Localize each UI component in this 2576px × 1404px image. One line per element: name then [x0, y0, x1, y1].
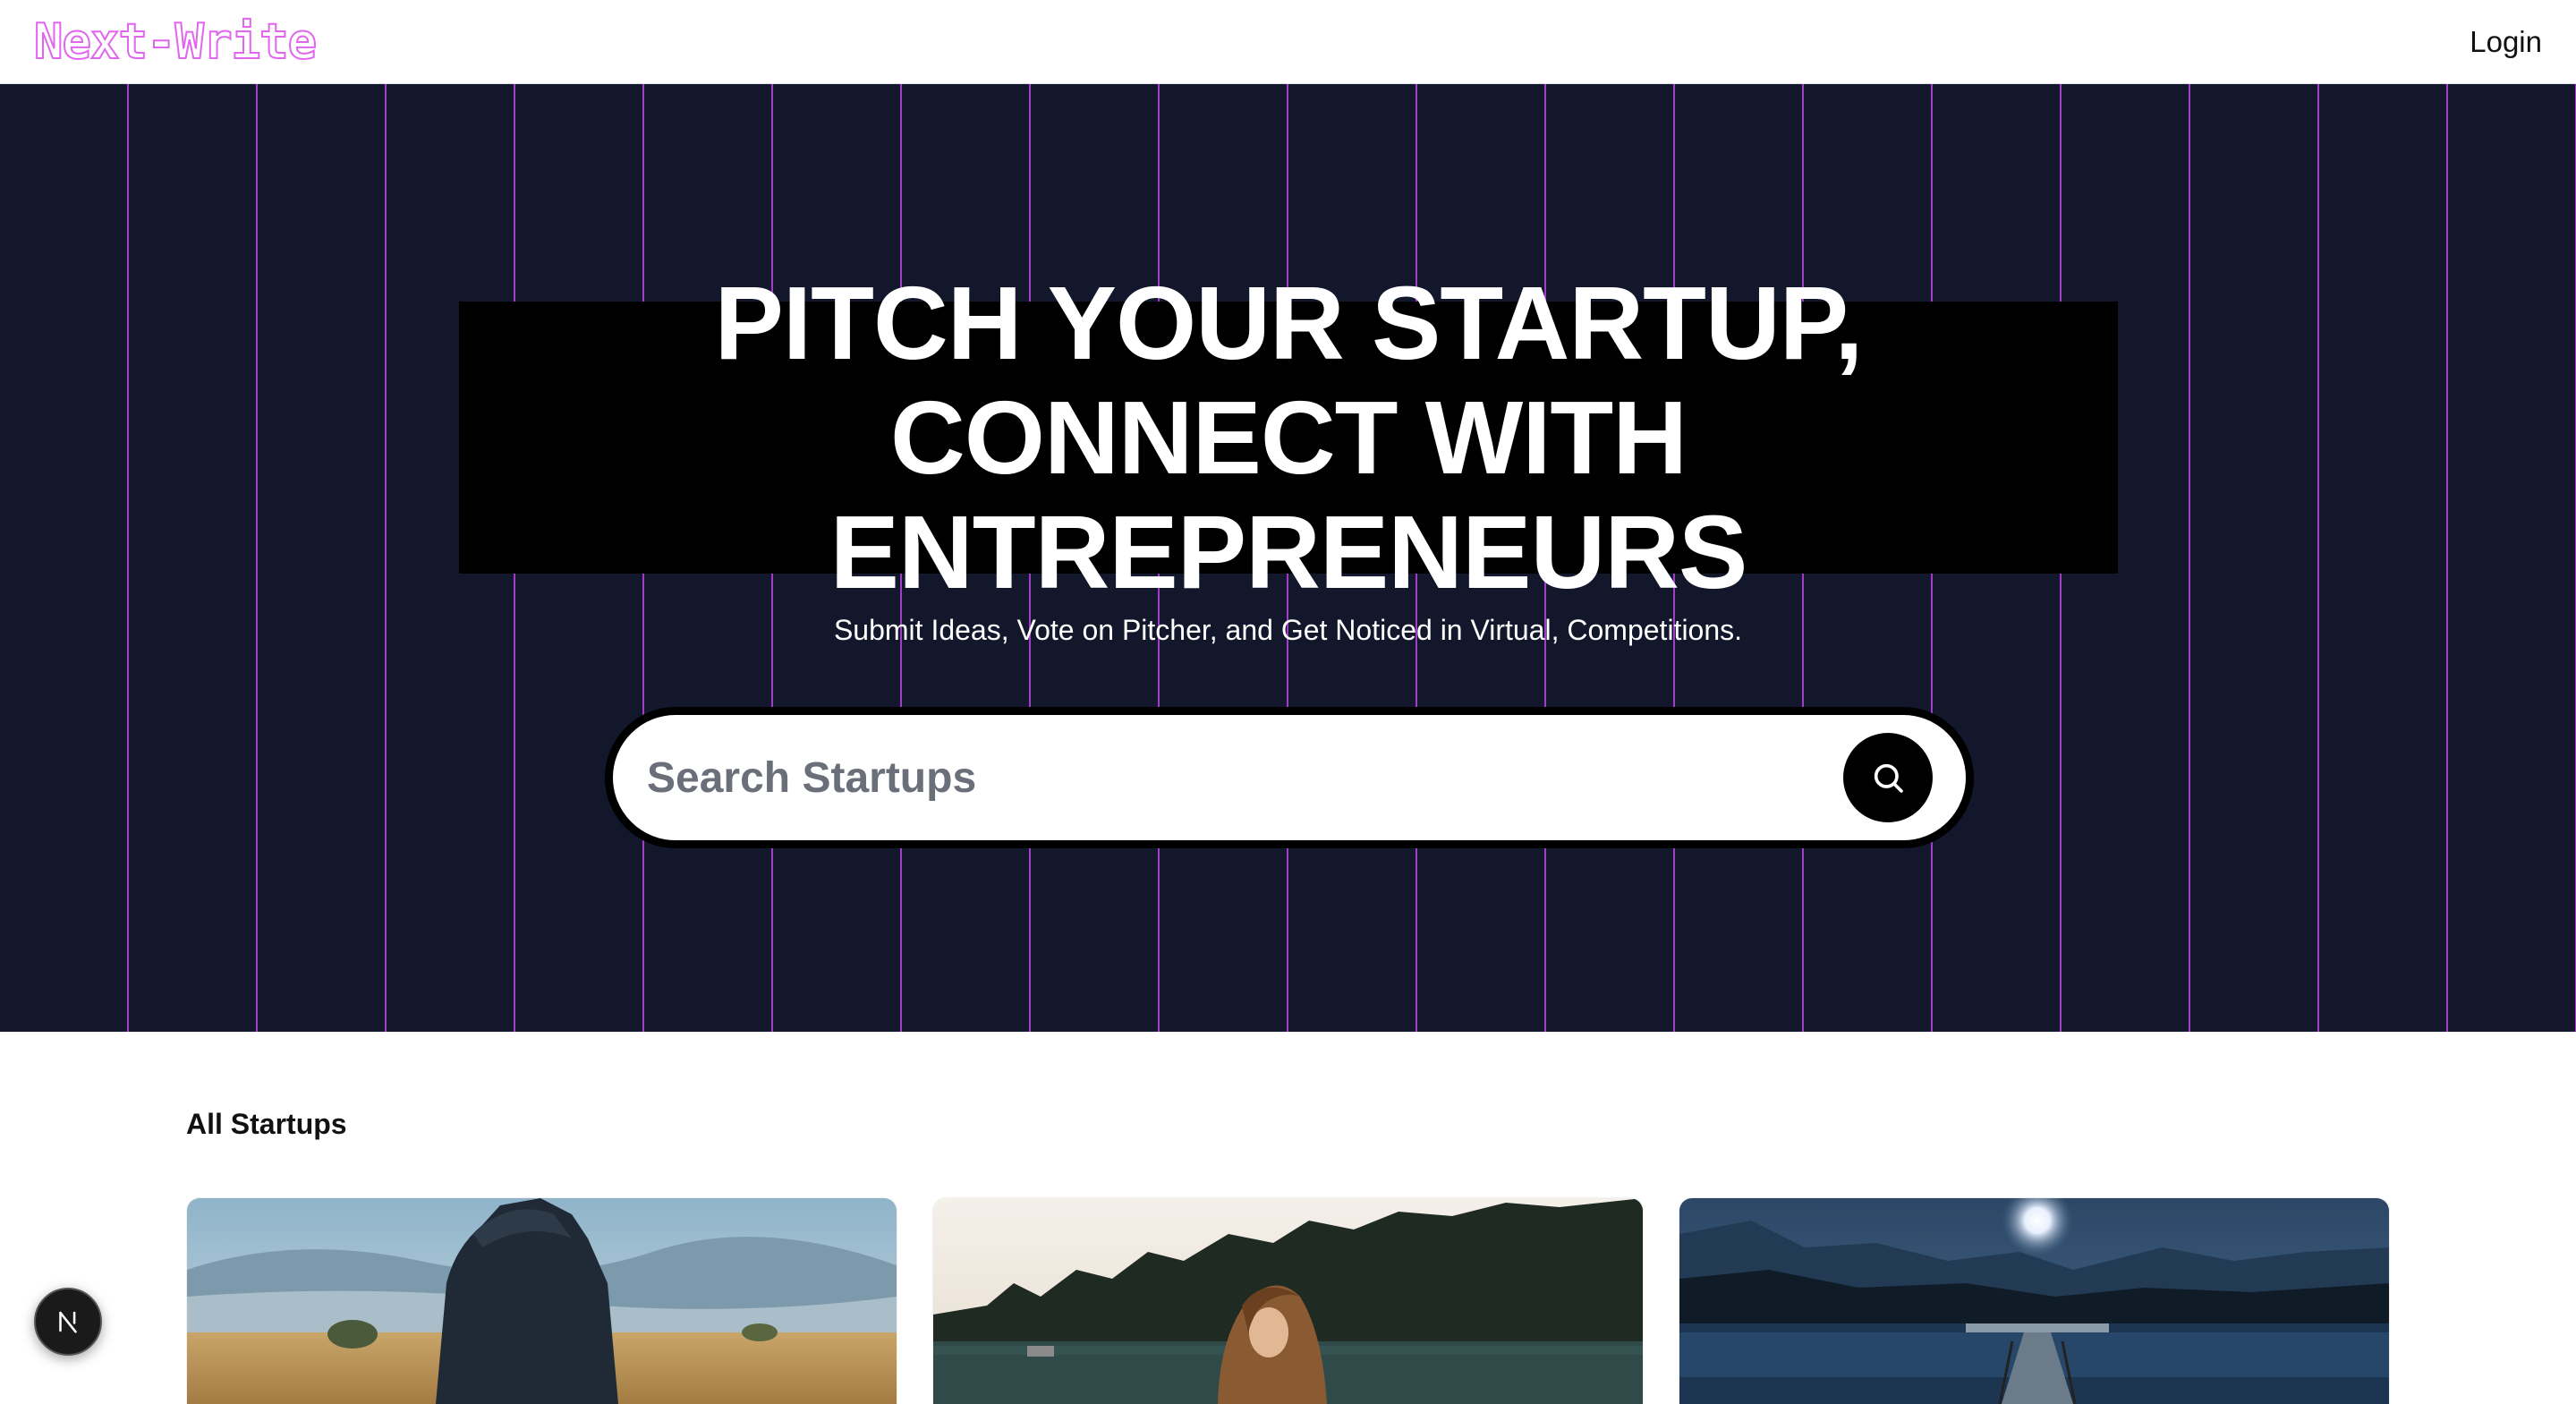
nextjs-logo-icon — [59, 1311, 77, 1333]
startup-image-2 — [933, 1198, 1643, 1404]
section-title-all-startups: All Startups — [186, 1108, 347, 1140]
brand-logo[interactable]: Next-Write — [33, 11, 318, 73]
headline-line-2: CONNECT WITH ENTREPRENEURS — [829, 379, 1748, 610]
search-icon — [1874, 763, 1903, 793]
startup-card-image-1[interactable] — [187, 1198, 897, 1404]
startup-card-image-3[interactable] — [1679, 1198, 2389, 1404]
startup-image-1 — [187, 1198, 897, 1404]
login-link[interactable]: Login — [2470, 21, 2542, 63]
search-input[interactable] — [645, 715, 1808, 840]
navbar: Next-Write Login — [0, 0, 2576, 84]
nextjs-dev-badge[interactable] — [34, 1288, 102, 1356]
search-form — [605, 707, 1974, 848]
hero-section: PITCH YOUR STARTUP, CONNECT WITH ENTREPR… — [0, 84, 2576, 1032]
hero-headline: PITCH YOUR STARTUP, CONNECT WITH ENTREPR… — [459, 266, 2118, 609]
headline-box: PITCH YOUR STARTUP, CONNECT WITH ENTREPR… — [459, 266, 2118, 609]
headline-line-1: PITCH YOUR STARTUP, — [714, 265, 1864, 381]
startup-image-3 — [1679, 1198, 2389, 1404]
startup-card-image-2[interactable] — [933, 1198, 1643, 1404]
search-button[interactable] — [1843, 733, 1933, 822]
hero-subheadline: Submit Ideas, Vote on Pitcher, and Get N… — [833, 614, 1743, 646]
